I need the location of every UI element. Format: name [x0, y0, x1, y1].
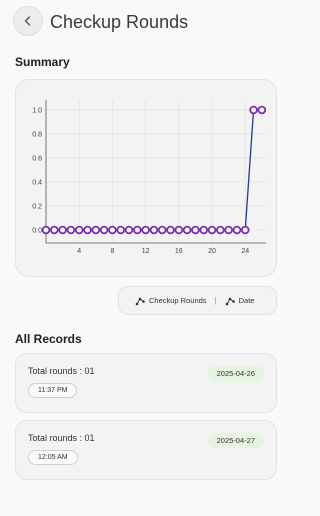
chart-toggle-bar: Checkup Rounds | Date — [118, 286, 277, 315]
data-point — [41, 225, 51, 235]
toggle-date[interactable]: Date — [225, 296, 255, 306]
app-bar: Checkup Rounds — [0, 0, 292, 46]
toggle-separator: | — [214, 296, 217, 305]
record-date-badge: 2025-04-27 — [207, 433, 264, 448]
data-point — [50, 225, 59, 235]
data-point — [91, 225, 101, 235]
toggle-date-label: Date — [238, 296, 255, 305]
record-card[interactable]: Total rounds : 01 11:37 PM 2025-04-26 — [15, 353, 277, 413]
data-point — [124, 225, 134, 235]
data-point — [174, 225, 184, 235]
y-tick-label: 0.6 — [32, 156, 42, 163]
data-point — [257, 105, 267, 115]
all-records-heading: All Records — [15, 332, 82, 346]
data-point — [149, 225, 159, 235]
page-title: Checkup Rounds — [50, 12, 189, 32]
back-button[interactable] — [13, 6, 43, 36]
y-tick-label: 1.0 — [32, 108, 42, 115]
x-tick-label: 8 — [110, 248, 114, 255]
data-point — [240, 225, 250, 235]
data-point — [58, 225, 67, 235]
data-point — [133, 225, 142, 235]
data-point — [141, 225, 150, 235]
y-tick-label: 0.2 — [32, 204, 42, 211]
series-line — [46, 109, 262, 231]
data-point — [216, 225, 225, 235]
y-tick-label: 0.8 — [32, 132, 42, 139]
data-point — [83, 225, 92, 235]
y-tick-label: 0.4 — [32, 180, 42, 187]
x-tick-label: 24 — [241, 248, 249, 255]
record-time-chip: 12:05 AM — [28, 450, 78, 465]
data-point — [74, 225, 84, 235]
record-time-chip: 11:37 PM — [28, 383, 78, 398]
summary-chart: 0.0 0.2 0.4 0.6 0.8 1.0 4 8 12 16 20 24 — [32, 100, 267, 255]
data-point — [191, 225, 200, 235]
record-total-rounds: Total rounds : 01 — [28, 366, 95, 376]
data-point — [232, 225, 242, 235]
data-point — [157, 225, 167, 235]
data-point — [182, 225, 192, 235]
toggle-checkup-rounds-label: Checkup Rounds — [149, 296, 207, 305]
record-total-rounds: Total rounds : 01 — [28, 433, 95, 443]
toggle-checkup-rounds[interactable]: Checkup Rounds — [135, 296, 207, 306]
x-tick-label: 4 — [77, 248, 81, 255]
data-point — [99, 225, 109, 235]
x-tick-label: 20 — [208, 248, 216, 255]
y-tick-label: 0.0 — [32, 228, 42, 235]
data-point — [199, 225, 209, 235]
data-point — [224, 225, 233, 235]
x-tick-label: 16 — [175, 248, 183, 255]
data-point — [66, 225, 76, 235]
data-point — [249, 105, 258, 115]
chart-nodes-icon — [225, 297, 235, 305]
summary-chart-card: 0.0 0.2 0.4 0.6 0.8 1.0 4 8 12 16 20 24 — [15, 79, 277, 277]
summary-heading: Summary — [15, 55, 70, 69]
record-card[interactable]: Total rounds : 01 12:05 AM 2025-04-27 — [15, 420, 277, 480]
chevron-left-icon — [24, 16, 31, 26]
x-tick-label: 12 — [142, 248, 150, 255]
chart-nodes-icon — [135, 297, 145, 305]
data-point — [166, 225, 175, 235]
data-point — [116, 225, 126, 235]
data-point — [108, 225, 117, 235]
record-date-badge: 2025-04-26 — [207, 366, 264, 381]
data-point — [207, 225, 217, 235]
